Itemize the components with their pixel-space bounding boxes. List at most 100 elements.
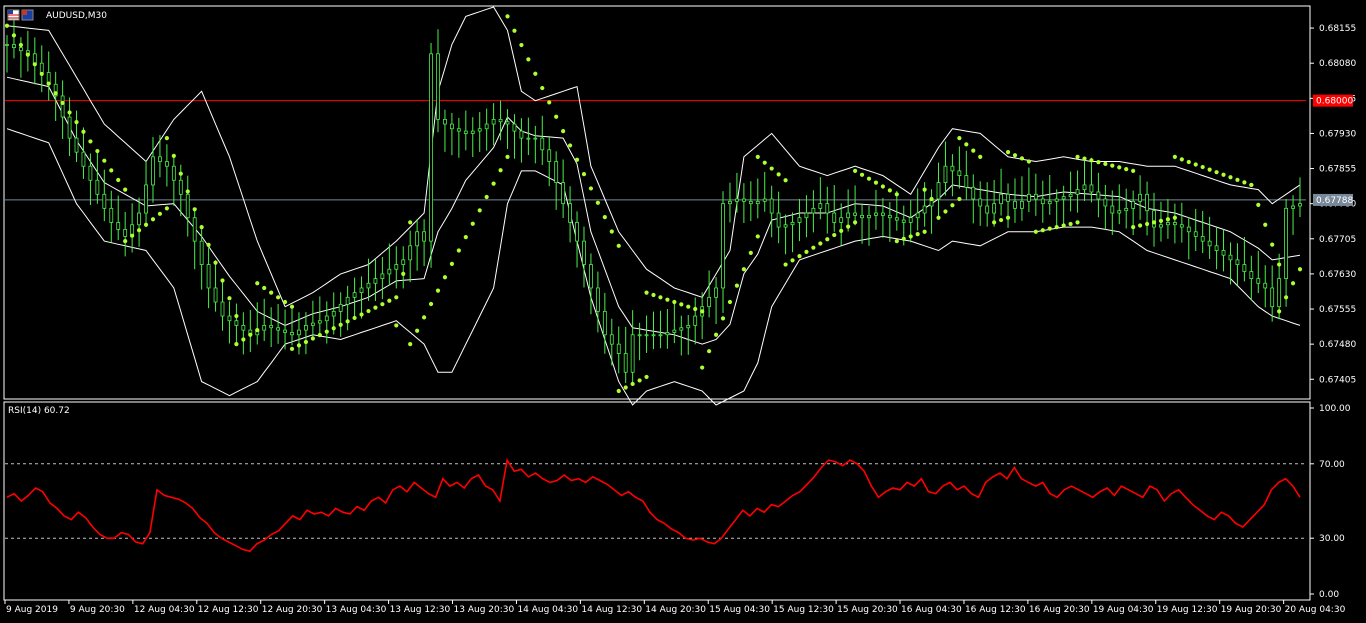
sar-dot [289, 304, 295, 309]
candle-body [234, 320, 239, 326]
candle-body [1145, 193, 1149, 212]
candle-body [887, 214, 892, 219]
sar-dot [11, 33, 17, 38]
candle-body [526, 137, 531, 140]
sar-dot [1103, 161, 1108, 166]
candle-body [867, 214, 871, 219]
candle-body [630, 334, 635, 373]
sar-dot [227, 296, 232, 301]
candle-body [512, 123, 517, 132]
sar-dot [1005, 215, 1011, 220]
sar-dot [164, 206, 169, 211]
sar-dot [18, 42, 24, 48]
sar-dot [588, 186, 594, 191]
sar-dot [637, 378, 642, 383]
candle-body [1054, 198, 1059, 202]
sar-dot [1012, 153, 1018, 158]
sar-dot [922, 187, 927, 192]
candle-body [797, 217, 802, 223]
candle-body [394, 264, 399, 270]
candle-body [290, 332, 294, 336]
candle-body [137, 212, 141, 226]
candle-body [1291, 205, 1295, 209]
sar-dot [679, 302, 684, 307]
candle-body [1061, 196, 1066, 200]
candle-body [408, 245, 413, 261]
candle-body [477, 128, 482, 132]
sar-dot [255, 281, 260, 286]
candle-body [283, 329, 287, 333]
sar-dot [512, 28, 517, 33]
candle-body [735, 198, 739, 202]
sar-dot [1061, 223, 1066, 228]
sar-dot [1117, 165, 1122, 170]
candle-body [1040, 198, 1045, 205]
sar-dot [922, 229, 927, 234]
price-tick-label: 0.67555 [1319, 305, 1356, 315]
time-tick-label: 19 Aug 20:30 [1221, 605, 1282, 615]
sar-dot [408, 220, 413, 225]
candle-body [644, 334, 649, 337]
sar-dot [943, 209, 948, 214]
sar-dot [720, 316, 726, 321]
sar-dot [199, 224, 204, 230]
candle-body [1159, 224, 1163, 228]
candle-body [415, 231, 420, 247]
candle-body [741, 198, 746, 202]
sar-dot [957, 196, 962, 202]
sar-dot [978, 154, 983, 159]
sar-dot [866, 176, 872, 181]
sar-dot [1172, 215, 1177, 220]
sar-dot [846, 224, 851, 229]
sar-dot [1297, 267, 1303, 272]
candle-body [533, 137, 538, 140]
sar-dot [1165, 217, 1171, 222]
sar-dot [269, 290, 274, 295]
sar-dot [658, 295, 663, 300]
sar-dot [713, 332, 719, 337]
sar-dot [123, 239, 128, 244]
sar-dot [811, 245, 816, 250]
candle-body [1277, 278, 1282, 308]
candle-body [470, 130, 475, 134]
candle-body [297, 329, 301, 336]
sar-dot [1256, 202, 1261, 207]
candle-body [978, 198, 983, 207]
candle-body [804, 212, 809, 219]
candle-body [1228, 254, 1233, 261]
candle-body [81, 151, 86, 167]
candle-body [324, 315, 329, 322]
sar-dot [262, 285, 267, 291]
symbol-label: AUDUSD,M30 [46, 11, 107, 21]
candle-body [1075, 189, 1080, 195]
candle-body [262, 325, 267, 331]
sar-dot [1033, 229, 1038, 234]
candle-body [5, 44, 9, 46]
candle-body [102, 193, 107, 209]
candle-body [1221, 250, 1226, 256]
time-tick-label: 12 Aug 12:30 [198, 605, 259, 615]
candle-body [1263, 282, 1268, 289]
sar-dot [415, 328, 420, 333]
time-tick-label: 9 Aug 2019 [6, 605, 58, 615]
candle-body [992, 203, 997, 214]
sar-dot [74, 120, 79, 125]
candle-body [269, 325, 274, 329]
sar-dot [1270, 242, 1275, 247]
candle-body [971, 186, 976, 200]
sar-dot [498, 168, 503, 173]
candle-body [1131, 200, 1136, 209]
candle-body [1256, 278, 1261, 284]
sar-dot [873, 180, 879, 185]
time-tick-label: 20 Aug 04:30 [1285, 605, 1346, 615]
sar-dot [776, 172, 781, 177]
sar-dot [707, 349, 712, 354]
time-tick-label: 19 Aug 12:30 [1157, 605, 1218, 615]
sar-dot [547, 100, 552, 105]
candle-body [67, 116, 72, 139]
sar-dot [1186, 159, 1191, 165]
candle-body [450, 123, 454, 130]
sar-dot [442, 275, 448, 280]
sar-dot [109, 168, 114, 173]
candle-body [748, 200, 753, 205]
